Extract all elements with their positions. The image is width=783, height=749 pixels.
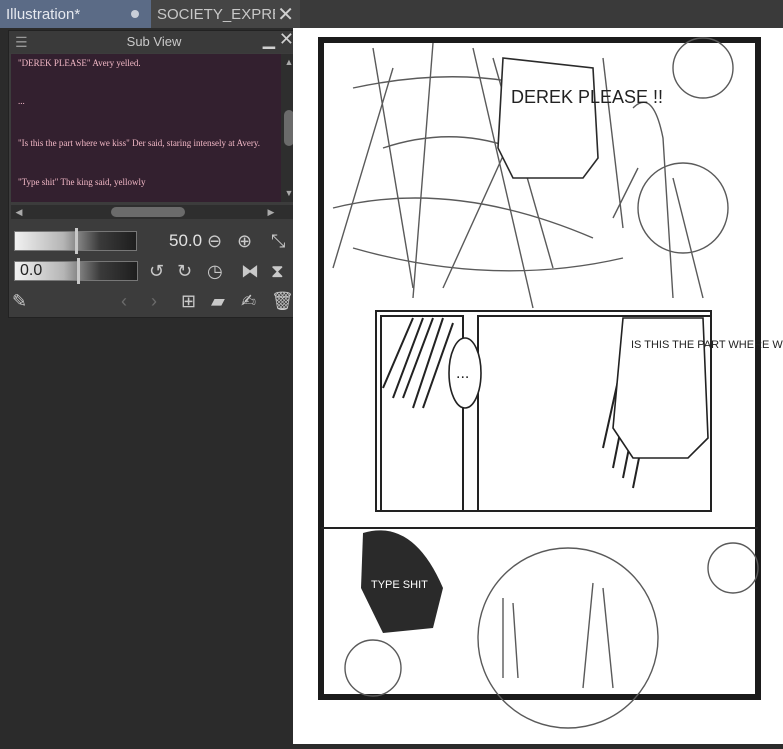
grid-icon[interactable]: ⊞ <box>181 291 196 311</box>
text-line: "DEREK PLEASE" Avery yelled. <box>18 58 141 68</box>
horizontal-scroll-thumb[interactable] <box>111 207 185 217</box>
zoom-value: 50.0 <box>169 231 203 250</box>
zoom-slider-handle[interactable] <box>75 228 78 254</box>
flip-vertical-icon[interactable]: ⧗ <box>271 261 284 281</box>
close-tab-icon[interactable]: ✕ <box>277 2 294 27</box>
speech-derek-text: DEREK PLEASE !! <box>511 87 663 107</box>
tab-society-express[interactable]: SOCIETY_EXPRES ✕ <box>151 0 300 28</box>
zoom-slider[interactable] <box>14 228 137 254</box>
scroll-right-icon[interactable]: ▶ <box>265 205 277 219</box>
navigator-controls: 50.0 ⊖ ⊕ ⤡ 0.0 ↺ ↻ ◷ ⧓ ⧗ ✎ ‹ › ⊞ ▰ ✍ 🗑 <box>9 221 299 317</box>
tab-illustration[interactable]: Illustration* <box>0 0 151 28</box>
hatching <box>382 317 654 489</box>
zoom-in-icon[interactable]: ⊕ <box>237 231 252 251</box>
tab-illustration-label: Illustration* <box>6 5 81 23</box>
tab-bar: Illustration* SOCIETY_EXPRES ✕ <box>0 0 783 28</box>
next-icon[interactable]: › <box>151 291 157 311</box>
trash-icon[interactable]: 🗑 <box>271 291 294 311</box>
text-view[interactable]: "DEREK PLEASE" Avery yelled. ... "Is thi… <box>11 54 281 202</box>
panel-header: ☰ Sub View ▁ ✕ <box>9 29 299 53</box>
text-line: "Type shit" The king said, yellowly <box>18 177 146 187</box>
speech-bubble-derek <box>497 57 599 179</box>
panel-title: Sub View <box>126 34 182 49</box>
tab-society-express-label: SOCIETY_EXPRES <box>157 5 275 23</box>
flip-horizontal-icon[interactable]: ⧓ <box>241 261 259 281</box>
angle-value: 0.0 <box>20 262 43 279</box>
text-line: ... <box>18 96 25 106</box>
close-panel-icon[interactable]: ✕ <box>279 29 294 50</box>
scroll-left-icon[interactable]: ◀ <box>13 205 25 219</box>
open-folder-icon[interactable]: ▰ <box>211 291 225 311</box>
eyedropper-icon[interactable]: ✎ <box>12 291 27 311</box>
minimize-icon[interactable]: ▁ <box>263 30 275 50</box>
rotate-left-icon[interactable]: ↺ <box>149 261 164 281</box>
comic-sketch: DEREK PLEASE !! ... IS THIS THE PART WHE… <box>318 37 783 729</box>
sub-view-panel: ☰ Sub View ▁ ✕ "DEREK PLEASE" Avery yell… <box>8 29 300 318</box>
rotate-right-icon[interactable]: ↻ <box>177 261 192 281</box>
canvas[interactable]: DEREK PLEASE !! ... IS THIS THE PART WHE… <box>293 28 783 744</box>
reset-rotation-icon[interactable]: ◷ <box>207 261 223 281</box>
text-line: "Is this the part where we kiss" Der sai… <box>18 138 261 148</box>
dots-text: ... <box>456 365 469 382</box>
previous-icon[interactable]: ‹ <box>121 291 127 311</box>
type-shit-text: TYPE SHIT <box>371 579 428 591</box>
angle-slider-handle[interactable] <box>77 258 80 284</box>
horizontal-scrollbar[interactable]: ◀ ▶ <box>11 205 297 219</box>
edit-icon[interactable]: ✍ <box>241 291 256 311</box>
zoom-out-icon[interactable]: ⊖ <box>207 231 222 251</box>
modified-dot-icon <box>131 10 139 18</box>
speech-kiss-text: IS THIS THE PART WHERE WE KISS <box>631 339 783 351</box>
fit-view-icon[interactable]: ⤡ <box>271 231 285 251</box>
